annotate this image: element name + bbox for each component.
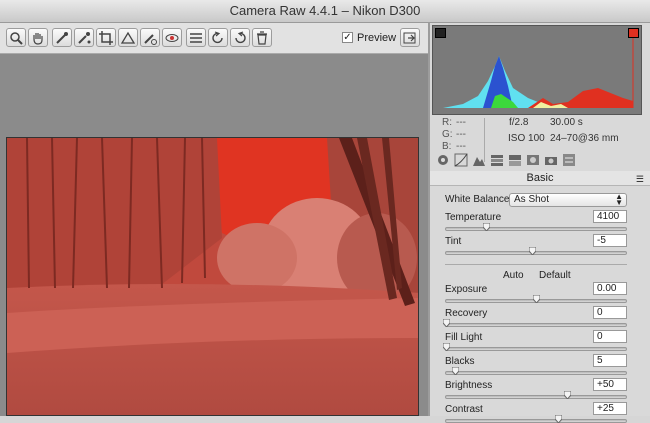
photo-preview[interactable]: [6, 137, 419, 416]
section-title: Basic: [526, 172, 554, 184]
white-balance-tool-button[interactable]: [52, 28, 72, 47]
tab-lens-corrections[interactable]: [526, 153, 540, 167]
delete-button[interactable]: [252, 28, 272, 47]
retouch-tool-icon: [144, 34, 157, 45]
tab-tone-curve[interactable]: [454, 153, 468, 167]
brightness-value-field[interactable]: +50: [593, 378, 627, 391]
basic-section-header: Basic ☰: [430, 171, 650, 186]
white-balance-select[interactable]: As Shot ▲ ▼: [509, 193, 627, 207]
preview-label: Preview: [357, 32, 397, 44]
brightness-slider-thumb[interactable]: [563, 391, 571, 399]
tab-hsl[interactable]: [490, 153, 504, 167]
contrast-value-field[interactable]: +25: [593, 402, 627, 415]
white-balance-tool-icon: [56, 32, 68, 44]
contrast-label: Contrast: [445, 404, 483, 415]
histogram: [432, 25, 642, 115]
preview-checkbox[interactable]: ✓: [342, 32, 353, 43]
blacks-value-field[interactable]: 5: [593, 354, 627, 367]
tab-camera-calibration[interactable]: [544, 153, 558, 167]
tint-value-field[interactable]: -5: [593, 234, 627, 247]
zoom-tool-button[interactable]: [6, 28, 26, 47]
red-eye-tool-icon: [165, 34, 179, 42]
fill-light-slider-thumb[interactable]: [443, 343, 450, 351]
blacks-label: Blacks: [445, 356, 475, 367]
blacks-slider-thumb[interactable]: [452, 367, 459, 375]
temperature-label: Temperature: [445, 212, 502, 223]
rotate-right-icon: [235, 31, 246, 44]
color-sampler-tool-icon: [78, 32, 91, 44]
contrast-slider[interactable]: [445, 415, 627, 423]
default-button[interactable]: Default: [539, 270, 571, 281]
fill-light-label: Fill Light: [445, 332, 483, 343]
photo-image: [7, 138, 418, 415]
fullscreen-button[interactable]: [400, 28, 420, 47]
tab-presets[interactable]: [562, 153, 576, 167]
preferences-icon: [190, 33, 202, 43]
shutter-speed: 30.00 s: [550, 117, 583, 128]
histogram-graph: [443, 36, 634, 108]
shadow-clipping-warning[interactable]: [435, 28, 446, 38]
tab-detail[interactable]: [472, 153, 486, 167]
r-value: ---: [456, 117, 466, 128]
iso: ISO 100: [508, 133, 545, 144]
r-label: R:: [442, 117, 452, 128]
auto-button[interactable]: Auto: [503, 270, 524, 281]
crop-tool-button[interactable]: [96, 28, 116, 47]
fullscreen-icon: [403, 32, 416, 44]
blacks-slider[interactable]: [445, 367, 627, 375]
lens-info: 24–70@36 mm: [550, 133, 619, 144]
aperture: f/2.8: [509, 117, 529, 128]
delete-icon: [257, 31, 267, 45]
rotate-left-button[interactable]: [208, 28, 228, 47]
rotate-right-button[interactable]: [230, 28, 250, 47]
preferences-button[interactable]: [186, 28, 206, 47]
temperature-slider-thumb[interactable]: [482, 223, 490, 231]
fill-light-slider[interactable]: [443, 343, 627, 351]
red-eye-tool-button[interactable]: [162, 28, 182, 47]
brightness-slider[interactable]: [445, 391, 627, 399]
exposure-slider-thumb[interactable]: [533, 295, 540, 303]
exposure-label: Exposure: [445, 284, 488, 295]
panel-menu-icon[interactable]: ☰: [636, 172, 644, 186]
toolbar: ✓ Preview: [0, 23, 428, 54]
zoom-tool-icon: [10, 32, 23, 45]
fill-light-value-field[interactable]: 0: [593, 330, 627, 343]
straighten-tool-icon: [121, 31, 135, 44]
color-sampler-tool-button[interactable]: [74, 28, 94, 47]
tint-slider-thumb[interactable]: [529, 247, 537, 255]
temperature-slider[interactable]: [445, 223, 627, 231]
adjustments-panel: R: --- G: --- B: --- f/2.8 30.00 s ISO 1…: [430, 23, 650, 423]
recovery-slider-thumb[interactable]: [443, 319, 450, 327]
brightness-label: Brightness: [445, 380, 493, 391]
g-value: ---: [456, 129, 466, 140]
tab-split-toning[interactable]: [508, 153, 522, 167]
window-title: Camera Raw 4.4.1 – Nikon D300: [0, 0, 650, 23]
recovery-slider[interactable]: [443, 319, 627, 327]
straighten-tool-button[interactable]: [118, 28, 138, 47]
temperature-value-field[interactable]: 4100: [593, 210, 627, 223]
recovery-value-field[interactable]: 0: [593, 306, 627, 319]
crop-tool-icon: [99, 31, 113, 45]
contrast-slider-thumb[interactable]: [554, 415, 562, 423]
white-balance-label: White Balance:: [445, 194, 513, 205]
exposure-value-field[interactable]: 0.00: [593, 282, 627, 295]
panel-tabs: [430, 151, 650, 172]
hand-tool-button[interactable]: [28, 28, 48, 47]
tint-label: Tint: [445, 236, 462, 247]
retouch-tool-button[interactable]: [140, 28, 160, 47]
rotate-left-icon: [212, 31, 223, 44]
g-label: G:: [442, 129, 453, 140]
hand-tool-icon: [33, 33, 43, 45]
section-separator: [445, 264, 627, 265]
recovery-label: Recovery: [445, 308, 488, 319]
exposure-slider[interactable]: [445, 295, 627, 303]
tint-slider[interactable]: [445, 247, 627, 255]
white-balance-value: As Shot: [514, 194, 550, 205]
select-arrows-icon: ▲ ▼: [615, 192, 623, 207]
tab-basic[interactable]: [436, 153, 450, 167]
highlight-clipping-warning[interactable]: [628, 28, 639, 38]
